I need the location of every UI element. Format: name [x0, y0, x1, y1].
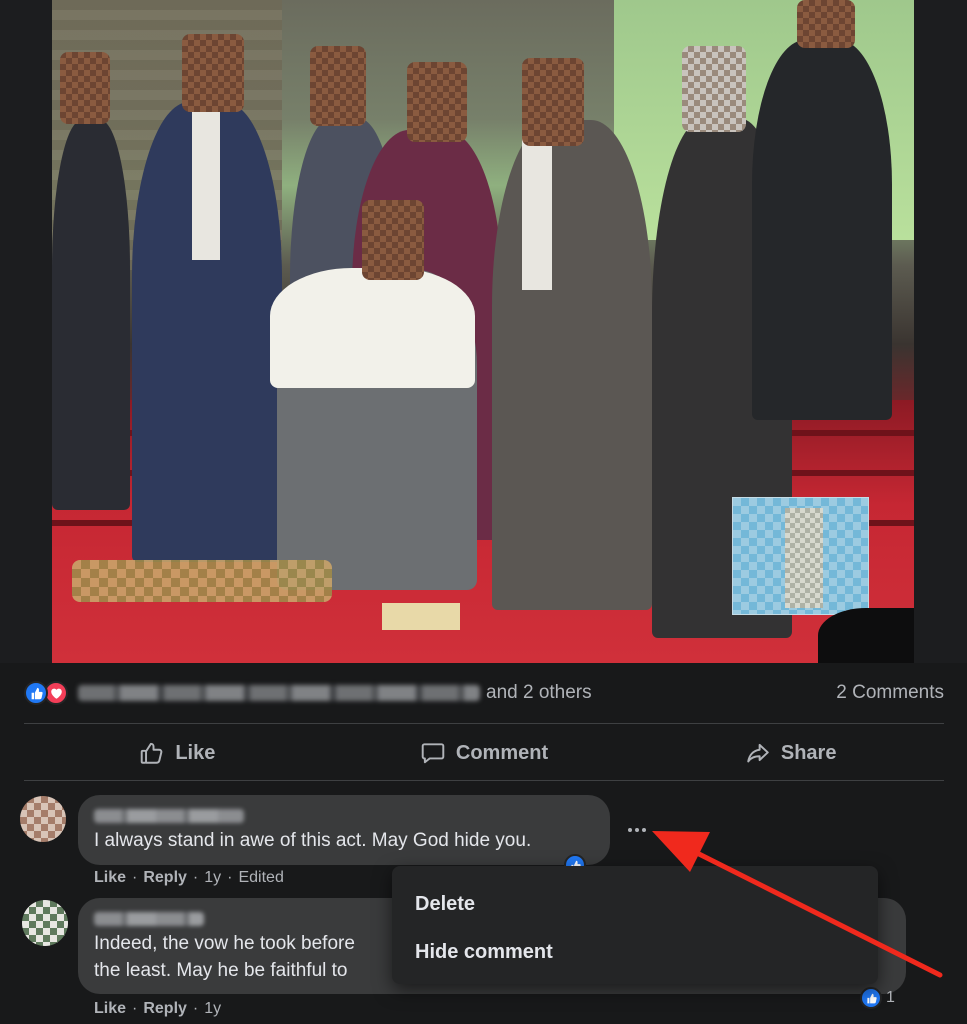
like-button-label: Like [175, 741, 216, 764]
reactions-summary[interactable]: and 2 others 2 Comments [24, 676, 944, 710]
blurred-commenter-name[interactable] [94, 912, 204, 926]
comment-timestamp[interactable]: 1y [204, 869, 221, 887]
comment-bubble: I always stand in awe of this act. May G… [78, 795, 610, 865]
comment-button[interactable]: Comment [331, 727, 638, 779]
comment-reaction-count[interactable]: 1 [886, 989, 895, 1007]
reactions-others-text[interactable]: and 2 others [486, 682, 592, 704]
comment-meta: Like · Reply · 1y · Edited [94, 869, 284, 887]
like-reaction-icon [24, 681, 48, 705]
video-inset-thumbnail [732, 497, 869, 615]
comment-timestamp[interactable]: 1y [204, 1000, 221, 1018]
comment-more-options-icon[interactable] [622, 820, 652, 840]
divider-bottom [24, 780, 944, 781]
menu-item-delete[interactable]: Delete [392, 880, 878, 928]
comment-text: I always stand in awe of this act. May G… [94, 830, 532, 851]
share-arrow-icon [747, 743, 769, 763]
thumbs-up-icon [141, 742, 163, 764]
comment-meta: Like · Reply · 1y [94, 1000, 222, 1018]
comment-reply-link[interactable]: Reply [143, 869, 187, 887]
commenter-avatar[interactable] [20, 796, 66, 842]
commenter-avatar[interactable] [22, 900, 68, 946]
post-photo[interactable] [52, 0, 914, 663]
comment-like-link[interactable]: Like [94, 869, 126, 887]
speech-bubble-icon [421, 743, 445, 764]
comment-text-line-2: the least. May he be faithful to [94, 960, 348, 981]
comment-reply-link[interactable]: Reply [143, 1000, 187, 1018]
comment-text-line-1: Indeed, the vow he took before [94, 933, 355, 954]
post-action-bar: Like Comment Share [24, 727, 944, 779]
share-button[interactable]: Share [637, 727, 944, 779]
comment-button-label: Comment [455, 741, 549, 764]
menu-item-hide-comment[interactable]: Hide comment [392, 928, 878, 976]
comments-count-link[interactable]: 2 Comments [836, 682, 944, 704]
comment-options-menu: Delete Hide comment [392, 866, 878, 984]
like-button[interactable]: Like [24, 727, 331, 779]
share-button-label: Share [780, 741, 837, 764]
post-photo-frame [0, 0, 967, 663]
comment-edited-label: Edited [238, 869, 284, 886]
comment-like-reaction-icon[interactable] [860, 987, 882, 1009]
blurred-reactor-names [78, 685, 480, 701]
comment-like-link[interactable]: Like [94, 1000, 126, 1018]
blurred-commenter-name[interactable] [94, 809, 244, 823]
divider-top [24, 723, 944, 724]
